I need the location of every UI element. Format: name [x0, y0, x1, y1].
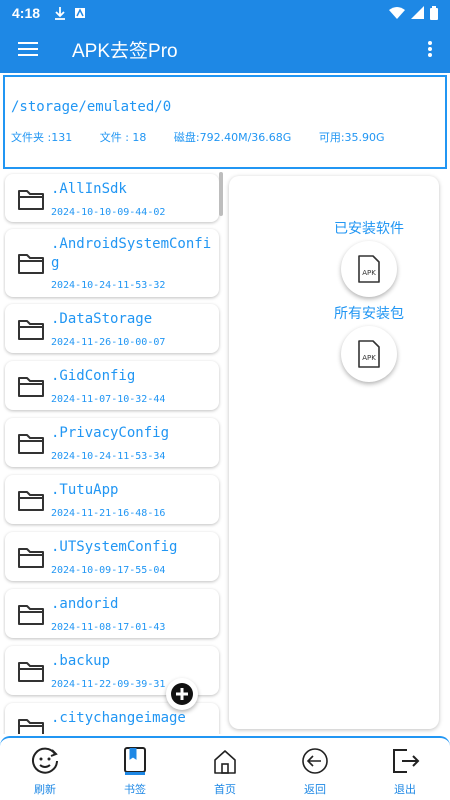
installed-apps-label: 已安装软件	[334, 221, 404, 237]
nav-back-label: 返回	[304, 783, 326, 796]
current-path: /storage/emulated/0	[11, 99, 172, 115]
nav-home-label: 首页	[214, 783, 236, 796]
nav-exit[interactable]: 退出	[360, 738, 450, 800]
folder-icon	[18, 662, 44, 682]
storage-stats: 文件夹 :131 文件 : 18 磁盘:792.40M/36.68G 可用:35…	[11, 129, 385, 145]
file-name: .citychangeimage	[51, 710, 186, 726]
file-date: 2024-10-24-11-53-34	[51, 451, 166, 462]
add-button[interactable]	[166, 678, 198, 710]
exit-icon	[393, 749, 420, 773]
installed-apps-button[interactable]: APK	[341, 241, 397, 297]
file-name: .PrivacyConfig	[51, 425, 170, 441]
file-name: .backup	[51, 653, 111, 669]
list-scrollbar[interactable]	[219, 172, 223, 216]
status-bar: 4:18	[0, 0, 450, 25]
nav-back[interactable]: 返回	[270, 738, 360, 800]
file-item[interactable]: .UTSystemConfig 2024-10-09-17-55-04	[5, 532, 219, 581]
file-name: .andorid	[51, 596, 119, 612]
home-icon	[214, 750, 236, 774]
file-name: .AllInSdk	[51, 181, 127, 197]
app-title: APK去签Pro	[72, 40, 178, 62]
status-time: 4:18	[12, 4, 41, 21]
nav-bookmark[interactable]: 书签	[90, 738, 180, 800]
app-icon	[75, 7, 86, 18]
file-count: 文件 : 18	[99, 131, 147, 144]
app-bar: APK去签Pro	[0, 25, 450, 73]
svg-text:APK: APK	[362, 269, 376, 277]
file-item[interactable]: .DataStorage 2024-11-26-10-00-07	[5, 304, 219, 353]
nav-bookmark-label: 书签	[124, 783, 146, 796]
all-packages-label: 所有安装包	[334, 306, 404, 322]
nav-refresh-label: 刷新	[34, 783, 56, 796]
file-item[interactable]: .GidConfig 2024-11-07-10-32-44	[5, 361, 219, 410]
folder-icon	[18, 377, 44, 397]
folder-icon	[18, 605, 44, 625]
wifi-icon	[389, 6, 405, 19]
file-date: 2024-11-22-09-39-31	[51, 679, 166, 690]
file-list[interactable]: .AllInSdk 2024-10-10-09-44-02 .AndroidSy…	[3, 172, 223, 734]
bookmark-icon	[124, 747, 146, 775]
more-vert-icon[interactable]	[410, 25, 450, 73]
path-info-panel: /storage/emulated/0 文件夹 :131 文件 : 18 磁盘:…	[3, 75, 447, 169]
file-date: 2024-11-08-17-01-43	[51, 622, 166, 633]
folder-icon	[18, 434, 44, 454]
all-packages-button[interactable]: APK	[341, 326, 397, 382]
folder-icon	[18, 254, 44, 274]
apk-tools-panel: 已安装软件 APK 所有安装包 APK	[229, 176, 439, 729]
file-item[interactable]: .andorid 2024-11-08-17-01-43	[5, 589, 219, 638]
bottom-navigation: 刷新 书签 首页 返回 退出	[0, 736, 450, 800]
signal-icon	[411, 6, 424, 19]
battery-icon	[430, 5, 438, 20]
file-name: .UTSystemConfig	[51, 539, 178, 555]
folder-icon	[18, 320, 44, 340]
file-item[interactable]: .AndroidSystemConfig 2024-10-24-11-53-32	[5, 229, 219, 297]
download-icon	[55, 6, 66, 20]
file-item[interactable]: .PrivacyConfig 2024-10-24-11-53-34	[5, 418, 219, 467]
disk-usage: 磁盘:792.40M/36.68G	[173, 131, 292, 144]
file-date: 2024-11-21-16-48-16	[51, 508, 166, 519]
folder-count: 文件夹 :131	[11, 131, 73, 144]
svg-text:APK: APK	[362, 354, 376, 362]
folder-icon	[18, 548, 44, 568]
file-item[interactable]: .AllInSdk 2024-10-10-09-44-02	[5, 174, 219, 222]
add-icon	[171, 683, 193, 705]
file-date: 2024-10-10-09-44-02	[51, 207, 166, 218]
file-date: 2024-10-09-17-55-04	[51, 565, 166, 576]
nav-home[interactable]: 首页	[180, 738, 270, 800]
file-name: .GidConfig	[51, 368, 136, 384]
nav-refresh[interactable]: 刷新	[0, 738, 90, 800]
hamburger-menu-icon[interactable]	[0, 25, 56, 73]
folder-icon	[18, 719, 44, 734]
file-name: .AndroidSystemConfig	[51, 236, 212, 271]
file-item[interactable]: .TutuApp 2024-11-21-16-48-16	[5, 475, 219, 524]
available-space: 可用:35.90G	[318, 131, 385, 144]
refresh-face-icon	[32, 747, 58, 774]
file-date: 2024-11-26-10-00-07	[51, 337, 166, 348]
apk-file-icon: APK	[358, 340, 380, 368]
apk-file-icon: APK	[358, 255, 380, 283]
file-name: .TutuApp	[51, 482, 119, 498]
folder-icon	[18, 190, 44, 210]
file-date: 2024-10-24-11-53-32	[51, 280, 166, 291]
folder-icon	[18, 491, 44, 511]
nav-exit-label: 退出	[394, 783, 416, 796]
file-name: .DataStorage	[51, 311, 153, 327]
back-arrow-icon	[302, 748, 328, 774]
file-date: 2024-11-07-10-32-44	[51, 394, 166, 405]
